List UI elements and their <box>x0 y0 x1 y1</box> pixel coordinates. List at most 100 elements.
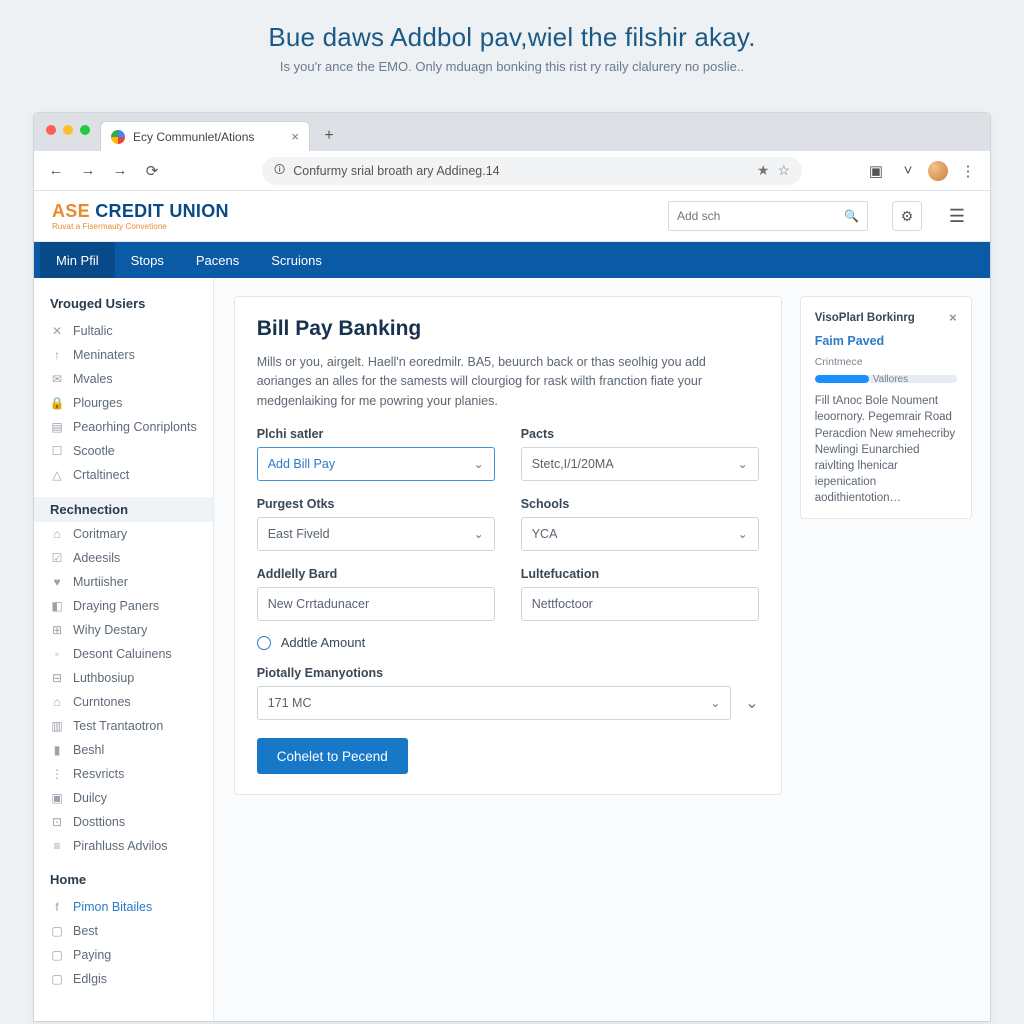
menu-button[interactable]: ☰ <box>942 201 972 231</box>
sidebar-item-label: Draying Paners <box>73 599 159 613</box>
sidebar-item-g2-9[interactable]: ▮Beshl <box>34 738 213 762</box>
new-tab-button[interactable]: + <box>316 123 342 149</box>
chevron-down-icon[interactable]: ˅ <box>896 159 920 183</box>
page-description: Mills or you, airgelt. Haell'n eoredmilr… <box>257 353 759 411</box>
nav-item-2[interactable]: Pacens <box>180 242 255 278</box>
cast-icon[interactable]: ▣ <box>864 159 888 183</box>
gear-icon: ⚙ <box>901 208 914 225</box>
promo-subtitle: Is you'r ance the EMO. Only mduagn bonki… <box>0 59 1024 74</box>
field-5-value: New Crrtadunacer <box>268 597 369 611</box>
aside-link[interactable]: Faim Paved <box>815 333 957 351</box>
sidebar-item-icon: ▢ <box>50 948 64 962</box>
sidebar-item-g2-8[interactable]: ▥Test Trantaotron <box>34 714 213 738</box>
sidebar-item-g1-5[interactable]: ☐Scootle <box>34 439 213 463</box>
sidebar-item-label: Wihy Destary <box>73 623 147 637</box>
kebab-menu-icon[interactable]: ⋮ <box>956 159 980 183</box>
field-7-label: Piotally Emanyotions <box>257 666 759 680</box>
field-4-select[interactable]: YCA ⌄ <box>521 517 759 551</box>
sidebar-item-g1-2[interactable]: ✉Mvales <box>34 367 213 391</box>
radio-row[interactable]: Addtle Amount <box>257 635 759 650</box>
address-bar[interactable]: 🛈 Confurmy srial broath ary Addineg.14 ★… <box>262 157 802 185</box>
sidebar-item-g1-1[interactable]: ↑Meninaters <box>34 343 213 367</box>
field-1-select[interactable]: Add Bill Pay ⌄ <box>257 447 495 481</box>
sidebar-item-label: Pirahluss Advilos <box>73 839 168 853</box>
profile-avatar[interactable] <box>928 161 948 181</box>
forward-alt-button[interactable]: → <box>108 159 132 183</box>
expand-chevron-icon[interactable]: ⌄ <box>745 693 758 713</box>
search-input[interactable] <box>677 209 836 223</box>
sidebar-item-g3-1[interactable]: ▢Best <box>34 919 213 943</box>
tab-close-icon[interactable]: × <box>291 129 299 144</box>
sidebar-item-g3-0[interactable]: fPimon Bitailes <box>34 895 213 919</box>
sidebar-item-g3-3[interactable]: ▢Edlgis <box>34 967 213 991</box>
sidebar-item-g2-1[interactable]: ☑Adeesils <box>34 546 213 570</box>
nav-item-3[interactable]: Scruions <box>255 242 338 278</box>
aside-close-icon[interactable]: × <box>949 309 957 327</box>
sidebar-item-g2-12[interactable]: ⊡Dosttions <box>34 810 213 834</box>
search-icon[interactable]: 🔍 <box>844 209 859 223</box>
sidebar-item-icon: ≡ <box>50 839 64 853</box>
minimize-window-icon[interactable] <box>63 125 73 135</box>
browser-tabstrip: Ecy Communlet/Ations × + <box>34 113 990 151</box>
sidebar-item-g2-3[interactable]: ◧Draying Paners <box>34 594 213 618</box>
sidebar-group1-title: Vrouged Usiers <box>34 292 213 319</box>
reload-button[interactable]: ⟳ <box>140 159 164 183</box>
sidebar-item-g2-4[interactable]: ⊞Wihy Destary <box>34 618 213 642</box>
sidebar-item-g1-6[interactable]: △Crtaltinect <box>34 463 213 487</box>
nav-item-1[interactable]: Stops <box>115 242 180 278</box>
back-button[interactable]: ← <box>44 159 68 183</box>
aside-body: Fill tAnoс Bolе Noument leoornory. Pegem… <box>815 393 957 506</box>
bookmark-star-icon[interactable]: ☆ <box>777 162 790 179</box>
sidebar-item-icon: ◦ <box>50 647 64 661</box>
site-search[interactable]: 🔍 <box>668 201 868 231</box>
radio-icon[interactable] <box>257 636 271 650</box>
sidebar-item-g2-7[interactable]: ⌂Curntones <box>34 690 213 714</box>
sidebar-item-g1-3[interactable]: 🔒Plourges <box>34 391 213 415</box>
sidebar-group2-title[interactable]: Rechnection <box>34 497 213 522</box>
close-window-icon[interactable] <box>46 125 56 135</box>
sidebar-item-g2-11[interactable]: ▣Duilcy <box>34 786 213 810</box>
sidebar-item-g2-0[interactable]: ⌂Coritmary <box>34 522 213 546</box>
sidebar-item-g1-4[interactable]: ▤Peaorhing Conriplonts <box>34 415 213 439</box>
sidebar-item-g2-5[interactable]: ◦Desont Caluinens <box>34 642 213 666</box>
maximize-window-icon[interactable] <box>80 125 90 135</box>
field-6-input[interactable]: Nettfoctoor <box>521 587 759 621</box>
submit-button[interactable]: Cohelet to Pecend <box>257 738 408 774</box>
aside-title: VisoPlarI Borkinrg <box>815 310 915 326</box>
sidebar-item-g2-6[interactable]: ⊟Luthbosiup <box>34 666 213 690</box>
sidebar-item-label: Beshl <box>73 743 104 757</box>
sidebar-item-label: Luthbosiup <box>73 671 134 685</box>
field-6: Lultefucation Nettfoctoor <box>521 567 759 621</box>
field-7-select[interactable]: 171 MC ⌄ <box>257 686 732 720</box>
window-controls <box>46 125 90 135</box>
sidebar-item-icon: ⌂ <box>50 527 64 541</box>
forward-button[interactable]: → <box>76 159 100 183</box>
sidebar-item-g2-10[interactable]: ⋮Resvricts <box>34 762 213 786</box>
field-2-select[interactable]: Stetc,I/1/20MA ⌄ <box>521 447 759 481</box>
sidebar-item-icon: ▤ <box>50 420 64 434</box>
field-3-select[interactable]: East Fiveld ⌄ <box>257 517 495 551</box>
field-7: Piotally Emanyotions 171 MC ⌄ ⌄ <box>257 666 759 720</box>
sidebar-item-g3-2[interactable]: ▢Paying <box>34 943 213 967</box>
sidebar-item-g2-13[interactable]: ≡ Pirahluss Advilos <box>34 834 213 858</box>
sidebar-item-g2-2[interactable]: ♥Murtiisher <box>34 570 213 594</box>
field-3-value: East Fiveld <box>268 527 330 541</box>
sidebar-item-label: Fultalic <box>73 324 113 338</box>
brand-bar: ASE CREDIT UNION Ruvat a Fisermauty Conv… <box>34 191 990 242</box>
sidebar-item-label: Dosttions <box>73 815 125 829</box>
bookmark-star-filled-icon[interactable]: ★ <box>757 162 770 179</box>
browser-toolbar: ← → → ⟳ 🛈 Confurmy srial broath ary Addi… <box>34 151 990 191</box>
field-5-input[interactable]: New Crrtadunacer <box>257 587 495 621</box>
field-1: Plchi satler Add Bill Pay ⌄ <box>257 427 495 481</box>
sidebar-item-icon: ▢ <box>50 924 64 938</box>
field-4: Schools YCA ⌄ <box>521 497 759 551</box>
site-info-icon[interactable]: 🛈 <box>274 161 285 180</box>
settings-button[interactable]: ⚙ <box>892 201 922 231</box>
browser-tab[interactable]: Ecy Communlet/Ations × <box>100 121 310 151</box>
sidebar-item-g1-0[interactable]: ✕Fultalic <box>34 319 213 343</box>
chevron-down-icon: ⌄ <box>738 527 748 541</box>
hamburger-icon: ☰ <box>949 206 965 227</box>
site-logo[interactable]: ASE CREDIT UNION Ruvat a Fisermauty Conv… <box>52 202 229 231</box>
nav-item-0[interactable]: Min Pfil <box>40 242 115 278</box>
aside-subtitle: Crintmece <box>815 355 957 370</box>
